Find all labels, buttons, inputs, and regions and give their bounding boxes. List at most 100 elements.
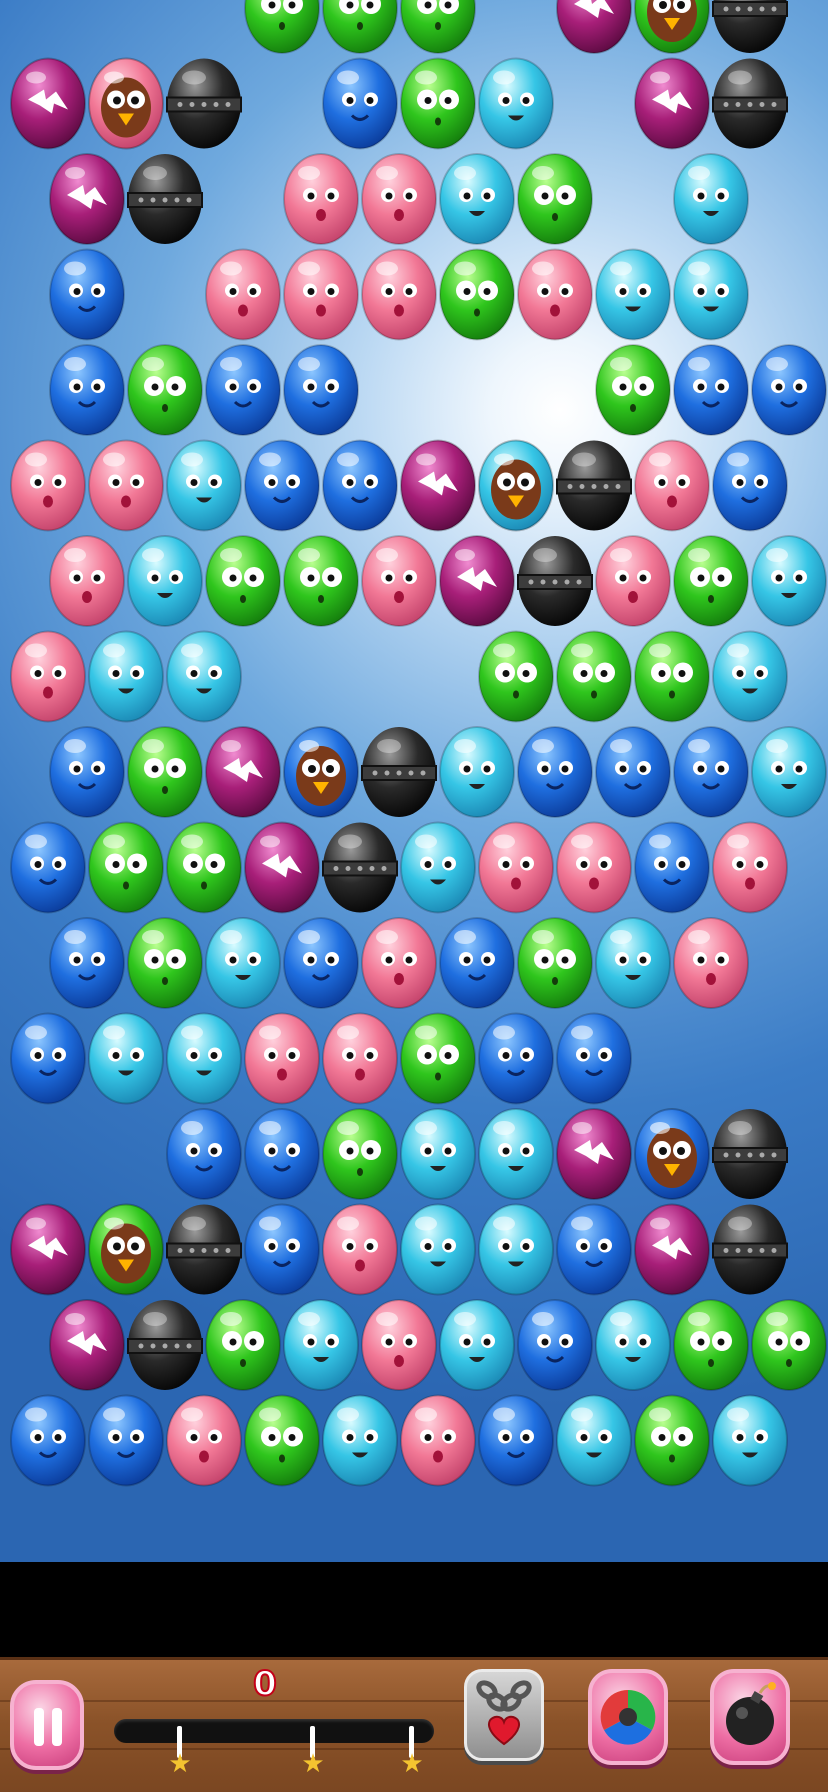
cyan-bubble bbox=[595, 917, 671, 1009]
blue-bubble bbox=[478, 1394, 554, 1487]
green-bubble bbox=[127, 726, 203, 818]
cyan-bubble bbox=[439, 153, 515, 245]
pink-bubble bbox=[478, 821, 554, 914]
chain-lock-heart-icon bbox=[476, 1680, 532, 1746]
chain-lock-booster-button[interactable] bbox=[464, 1669, 544, 1761]
green-bubble bbox=[400, 57, 476, 150]
blue-bubble bbox=[556, 1012, 632, 1105]
green-bubble bbox=[595, 344, 671, 436]
pink-bubble bbox=[712, 821, 788, 914]
bomb-booster-button[interactable] bbox=[710, 1669, 790, 1765]
cyan-bubble bbox=[283, 1299, 359, 1391]
cyan-bubble bbox=[322, 1394, 398, 1487]
cyan-bubble bbox=[88, 630, 164, 723]
pink-bubble bbox=[634, 439, 710, 532]
green-bubble bbox=[127, 344, 203, 436]
blue-bubble bbox=[517, 1299, 593, 1391]
metal-block-bubble bbox=[127, 1300, 203, 1390]
blue-bubble bbox=[673, 726, 749, 818]
cyan-bubble bbox=[595, 248, 671, 341]
shooter-area[interactable] bbox=[0, 1562, 828, 1657]
blue-bubble bbox=[10, 821, 86, 914]
star-icon: ★ bbox=[301, 1749, 325, 1779]
cyan-bubble bbox=[166, 1012, 242, 1105]
bird-bubble bbox=[283, 726, 359, 818]
lightning-bubble bbox=[10, 1203, 86, 1296]
blue-bubble bbox=[49, 344, 125, 436]
green-bubble bbox=[166, 821, 242, 914]
pink-bubble bbox=[517, 248, 593, 341]
bird-bubble bbox=[634, 0, 710, 54]
metal-block-bubble bbox=[361, 727, 437, 817]
pink-bubble bbox=[205, 248, 281, 341]
cyan-bubble bbox=[166, 630, 242, 723]
green-bubble bbox=[400, 0, 476, 54]
score-progress-bar bbox=[114, 1719, 434, 1743]
green-bubble bbox=[205, 535, 281, 627]
blue-bubble bbox=[712, 439, 788, 532]
bird-bubble bbox=[88, 57, 164, 150]
green-bubble bbox=[556, 630, 632, 723]
cyan-bubble bbox=[712, 1394, 788, 1487]
pink-bubble bbox=[10, 630, 86, 723]
pause-button[interactable] bbox=[10, 1680, 84, 1770]
green-bubble bbox=[322, 1108, 398, 1200]
cyan-bubble bbox=[595, 1299, 671, 1391]
cyan-bubble bbox=[127, 535, 203, 627]
blue-bubble bbox=[283, 917, 359, 1009]
blue-bubble bbox=[478, 1012, 554, 1105]
lightning-bubble bbox=[10, 57, 86, 150]
metal-block-bubble bbox=[712, 1109, 788, 1199]
cyan-bubble bbox=[673, 248, 749, 341]
metal-block-bubble bbox=[517, 536, 593, 626]
cyan-bubble bbox=[439, 1299, 515, 1391]
cyan-bubble bbox=[673, 153, 749, 245]
lightning-bubble bbox=[244, 821, 320, 914]
blue-bubble bbox=[322, 57, 398, 150]
bird-bubble bbox=[478, 439, 554, 532]
lightning-bubble bbox=[400, 439, 476, 532]
bubble-board[interactable] bbox=[0, 0, 828, 1562]
score-counter: 0 bbox=[252, 1663, 278, 1705]
cyan-bubble bbox=[439, 726, 515, 818]
green-bubble bbox=[751, 1299, 827, 1391]
cyan-bubble bbox=[478, 1108, 554, 1200]
pink-bubble bbox=[361, 1299, 437, 1391]
pink-bubble bbox=[88, 439, 164, 532]
green-bubble bbox=[88, 821, 164, 914]
green-bubble bbox=[244, 0, 320, 54]
metal-block-bubble bbox=[712, 0, 788, 53]
metal-block-bubble bbox=[712, 1204, 788, 1295]
green-bubble bbox=[517, 153, 593, 245]
cyan-bubble bbox=[400, 1203, 476, 1296]
green-bubble bbox=[517, 917, 593, 1009]
pink-bubble bbox=[595, 535, 671, 627]
green-bubble bbox=[478, 630, 554, 723]
lightning-bubble bbox=[556, 1108, 632, 1200]
lightning-bubble bbox=[634, 57, 710, 150]
blue-bubble bbox=[283, 344, 359, 436]
green-bubble bbox=[634, 1394, 710, 1487]
pink-bubble bbox=[244, 1012, 320, 1105]
pink-bubble bbox=[322, 1012, 398, 1105]
star-icon: ★ bbox=[168, 1749, 192, 1779]
green-bubble bbox=[673, 535, 749, 627]
rainbow-ball-booster-button[interactable] bbox=[588, 1669, 668, 1765]
pink-bubble bbox=[49, 535, 125, 627]
bird-bubble bbox=[88, 1203, 164, 1296]
green-bubble bbox=[127, 917, 203, 1009]
bubble-grid bbox=[10, 0, 827, 1487]
blue-bubble bbox=[49, 726, 125, 818]
blue-bubble bbox=[205, 344, 281, 436]
cyan-bubble bbox=[205, 917, 281, 1009]
lightning-bubble bbox=[556, 0, 632, 54]
pink-bubble bbox=[400, 1394, 476, 1487]
blue-bubble bbox=[49, 917, 125, 1009]
pink-bubble bbox=[283, 248, 359, 341]
cyan-bubble bbox=[478, 57, 554, 150]
pink-bubble bbox=[673, 917, 749, 1009]
pink-bubble bbox=[283, 153, 359, 245]
lightning-bubble bbox=[205, 726, 281, 818]
lightning-bubble bbox=[439, 535, 515, 627]
blue-bubble bbox=[88, 1394, 164, 1487]
